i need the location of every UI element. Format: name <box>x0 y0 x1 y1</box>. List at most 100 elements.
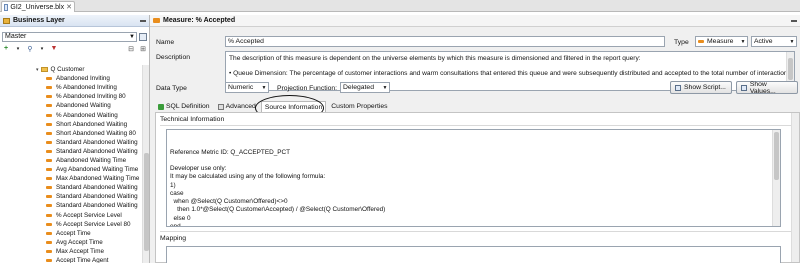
data-type-label: Data Type <box>156 85 187 92</box>
tree-measure-item[interactable]: % Accept Service Level 80 <box>0 220 143 229</box>
show-script-button[interactable]: Show Script... <box>670 81 732 94</box>
measure-icon <box>46 77 52 81</box>
type-select[interactable]: Measure ▼ <box>695 36 748 47</box>
tree-measure-item[interactable]: Accept Time <box>0 229 143 238</box>
tree-item-label: Abandoned Inviting <box>56 75 110 83</box>
view-selector-row: Master ▼ <box>0 30 149 43</box>
business-layer-toolbar: + ▾ ⚲ ▾ ▼ ⊟ ⊞ <box>0 43 149 54</box>
link-icon[interactable]: ⚲ <box>26 45 34 53</box>
projection-function-label: Projection Function: <box>277 85 338 92</box>
scrollbar-thumb[interactable] <box>788 58 793 80</box>
tree-measure-item[interactable]: Short Abandoned Waiting 80 <box>0 129 143 138</box>
script-icon <box>675 84 681 91</box>
close-icon[interactable]: ✕ <box>66 3 72 11</box>
view-selector[interactable]: Master ▼ <box>2 31 137 42</box>
business-layer-icon <box>3 17 10 24</box>
chevron-down-icon[interactable]: ▼ <box>381 85 389 91</box>
section-divider <box>160 125 795 126</box>
tree-measure-item[interactable]: Max Abandoned Waiting Time <box>0 174 143 183</box>
chevron-down-icon[interactable]: ▾ <box>14 45 22 53</box>
scrollbar-thumb[interactable] <box>774 132 779 180</box>
filter-icon[interactable]: ▼ <box>50 45 58 53</box>
collapse-all-icon[interactable]: ⊟ <box>127 45 135 53</box>
business-layer-header: Business Layer <box>0 15 149 27</box>
tree-measure-item[interactable]: Max Accept Time <box>0 247 143 256</box>
projection-function-select[interactable]: Delegated ▼ <box>340 82 390 93</box>
chevron-down-icon[interactable]: ▾ <box>38 45 46 53</box>
editor-tab-title: GI2_Universe.blx <box>10 3 65 11</box>
name-field[interactable]: % Accepted <box>225 36 665 47</box>
tree-measure-item[interactable]: Abandoned Waiting <box>0 101 143 110</box>
chevron-down-icon[interactable]: ▼ <box>739 39 747 45</box>
tree-measure-item[interactable]: % Accept Service Level <box>0 211 143 220</box>
scrollbar-thumb[interactable] <box>144 153 149 251</box>
show-values-label: Show Values... <box>749 80 776 95</box>
tree-measure-item[interactable]: Avg Accept Time <box>0 238 143 247</box>
chevron-down-icon[interactable]: ▼ <box>260 85 268 91</box>
projection-function-value: Delegated <box>343 84 374 91</box>
tree-measure-item[interactable]: Standard Abandoned Waiting <box>0 138 143 147</box>
technical-information-scrollbar[interactable] <box>772 130 780 226</box>
business-layer-panel: Business Layer Master ▼ + ▾ ⚲ ▾ ▼ ⊟ ⊞ ▾ Q… <box>0 15 150 263</box>
data-type-select[interactable]: Numeric ▼ <box>225 82 269 93</box>
tree-measure-item[interactable]: Standard Abandoned Waiting <box>0 183 143 192</box>
measure-icon <box>46 204 52 208</box>
chevron-down-icon[interactable]: ▼ <box>788 39 796 45</box>
tree-item-label: Standard Abandoned Waiting <box>56 184 138 192</box>
manage-views-icon[interactable] <box>139 32 147 41</box>
measure-icon <box>46 86 52 90</box>
tab-label: Source Information <box>264 103 323 111</box>
tree-measure-item[interactable]: Short Abandoned Waiting <box>0 120 143 129</box>
measure-icon <box>46 177 52 181</box>
tree-measure-item[interactable]: Abandoned Waiting Time <box>0 156 143 165</box>
property-tabs: SQL Definition Advanced Source Informati… <box>155 101 391 112</box>
tree-measure-item[interactable]: % Abandoned Waiting <box>0 110 143 119</box>
measure-icon <box>46 231 52 235</box>
tab-custom-properties[interactable]: Custom Properties <box>328 101 390 112</box>
editor-tab-universe[interactable]: GI2_Universe.blx ✕ <box>1 1 75 12</box>
tree-item-label: % Abandoned Inviting 80 <box>56 93 126 101</box>
mapping-field[interactable] <box>166 246 781 263</box>
tree-measure-item[interactable]: Standard Abandoned Waiting <box>0 201 143 210</box>
measure-icon <box>698 40 704 43</box>
show-values-button[interactable]: Show Values... <box>736 80 798 95</box>
content-scrollbar[interactable] <box>791 113 799 262</box>
section-divider <box>160 231 795 232</box>
tree-item-label: Q Customer <box>50 66 85 74</box>
measure-icon <box>46 240 52 244</box>
editor-tab-bar: GI2_Universe.blx ✕ <box>0 0 800 12</box>
state-select[interactable]: Active ▼ <box>751 36 797 47</box>
tree-item-label: Short Abandoned Waiting <box>56 120 128 128</box>
tree-measure-item[interactable]: Avg Abandoned Waiting Time <box>0 165 143 174</box>
tree-folder[interactable]: ▾ Q Customer <box>0 65 143 74</box>
minimize-icon[interactable] <box>140 19 146 22</box>
measure-icon <box>46 95 52 99</box>
measure-icon <box>46 104 52 108</box>
chevron-down-icon[interactable]: ▾ <box>36 67 39 73</box>
tree-measure-item[interactable]: Abandoned Inviting <box>0 74 143 83</box>
tab-sql-definition[interactable]: SQL Definition <box>155 101 213 112</box>
tree-item-label: Abandoned Waiting <box>56 102 111 110</box>
mapping-title: Mapping <box>160 235 187 242</box>
tree-scrollbar[interactable] <box>142 65 149 263</box>
tree-measure-item[interactable]: Standard Abandoned Waiting <box>0 192 143 201</box>
tree-item-label: % Abandoned Inviting <box>56 84 117 92</box>
tree-measure-item[interactable]: Accept Time Agent <box>0 256 143 263</box>
tree-measure-item[interactable]: % Abandoned Inviting 80 <box>0 92 143 101</box>
expand-all-icon[interactable]: ⊞ <box>139 45 147 53</box>
tab-source-information[interactable]: Source Information <box>260 101 327 112</box>
tree-item-label: Avg Accept Time <box>56 238 103 246</box>
measure-icon <box>46 149 52 153</box>
add-icon[interactable]: + <box>2 45 10 53</box>
measure-icon <box>46 186 52 190</box>
name-label: Name <box>156 39 175 46</box>
description-text-2: • Queue Dimension: The percentage of cus… <box>229 70 795 77</box>
tab-advanced[interactable]: Advanced <box>215 101 259 112</box>
measure-editor: Measure: % Accepted Name % Accepted Type… <box>150 15 800 263</box>
tree-measure-item[interactable]: % Abandoned Inviting <box>0 83 143 92</box>
tree-measure-item[interactable]: Standard Abandoned Waiting <box>0 147 143 156</box>
technical-information-text[interactable]: Reference Metric ID: Q_ACCEPTED_PCT Deve… <box>166 129 781 227</box>
chevron-down-icon[interactable]: ▼ <box>128 33 136 41</box>
tree-item-label: % Abandoned Waiting <box>56 111 118 119</box>
minimize-icon[interactable] <box>791 19 797 22</box>
